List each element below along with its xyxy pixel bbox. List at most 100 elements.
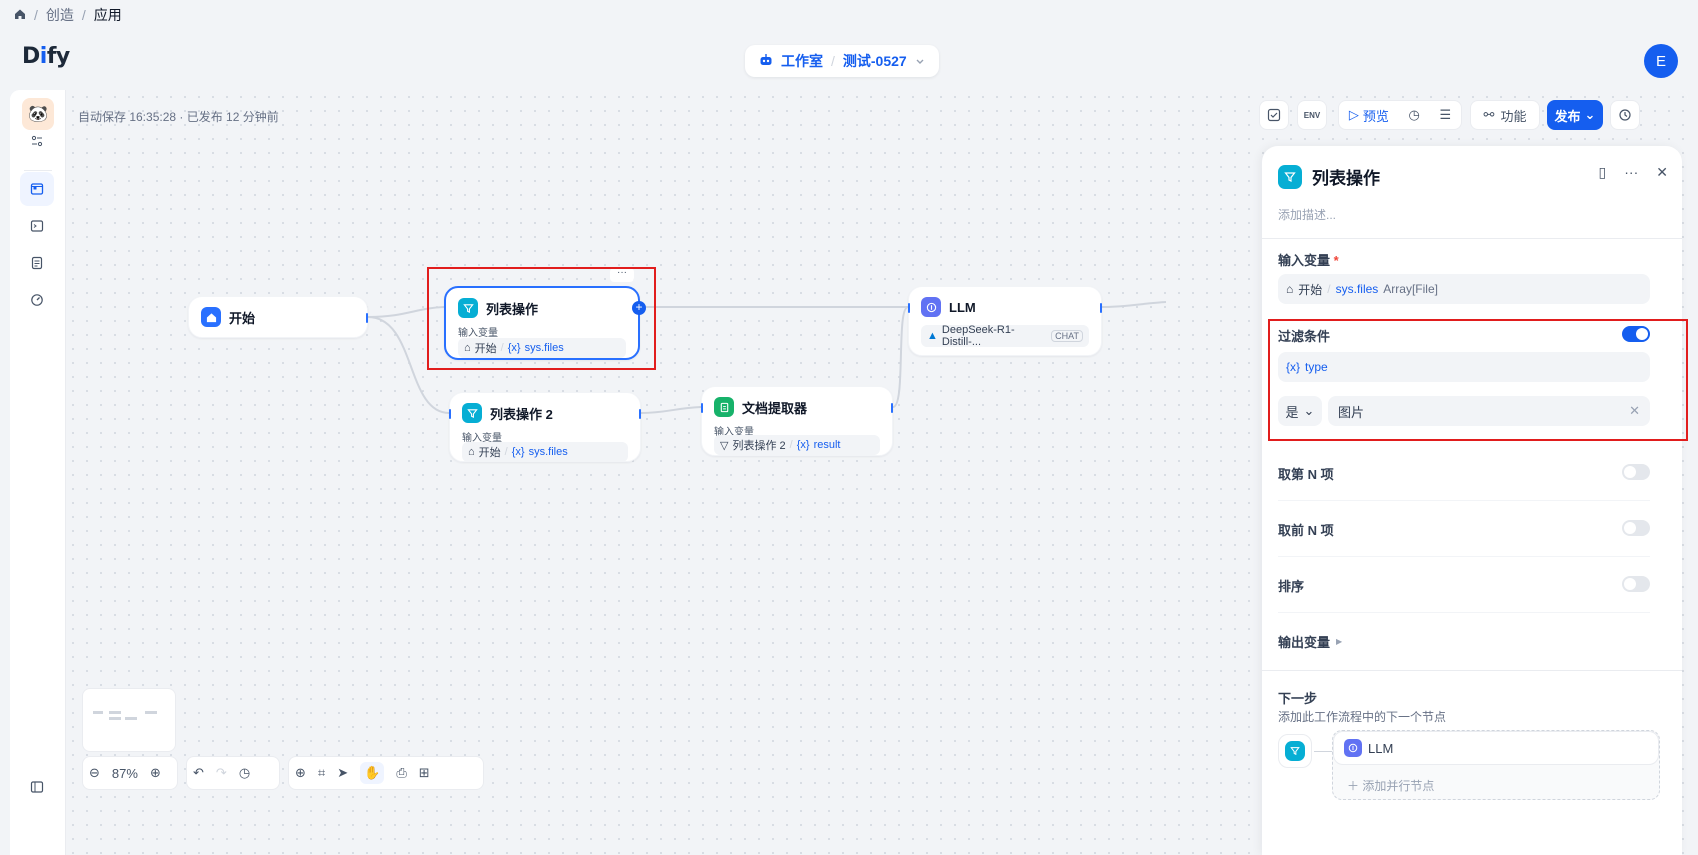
list-operation-2-node[interactable]: 列表操作 2 输入变量 ⌂ 开始 / {x} sys.files — [449, 392, 641, 462]
left-sidebar: 🐼 — [10, 90, 66, 855]
filter-var: type — [1305, 360, 1328, 374]
take-nth-toggle[interactable] — [1622, 464, 1650, 480]
history-icon[interactable]: ◷ — [239, 765, 250, 781]
row-divider — [1278, 556, 1650, 557]
features-button[interactable]: ⚯ 功能 — [1470, 100, 1540, 130]
next-node-llm[interactable]: LLM — [1333, 731, 1659, 765]
preview-button[interactable]: ▷ 预览 — [1349, 106, 1389, 125]
llm-icon — [921, 297, 941, 317]
output-variable-toggle[interactable]: 输出变量 ▶ — [1278, 632, 1342, 651]
input-variable-label: 输入变量 * — [1278, 250, 1339, 269]
history-run-icon[interactable]: ◷ — [1409, 107, 1420, 123]
row-divider — [1278, 500, 1650, 501]
close-icon[interactable]: ✕ — [1656, 164, 1668, 181]
logo-i: i — [39, 44, 48, 69]
export-image-icon[interactable]: ⎙ — [396, 765, 406, 781]
version-history-icon[interactable] — [1610, 100, 1640, 130]
next-node-name: LLM — [1368, 740, 1394, 756]
current-node-icon — [1278, 734, 1312, 768]
list-operation-node[interactable]: ··· 列表操作 输入变量 ⌂ 开始 / {x} sys.files + — [444, 268, 646, 360]
env-button[interactable]: ENV — [1297, 100, 1327, 130]
filter-value-input[interactable]: 图片 ✕ — [1328, 396, 1650, 426]
sort-toggle[interactable] — [1622, 576, 1650, 592]
add-parallel-node-button[interactable]: ＋ 添加并行节点 — [1347, 777, 1434, 794]
input-handle[interactable] — [701, 403, 703, 413]
minimap-node — [125, 717, 137, 720]
orchestrate-icon[interactable] — [20, 172, 54, 206]
clear-icon[interactable]: ✕ — [1629, 403, 1640, 419]
more-icon[interactable]: ··· — [1624, 164, 1638, 181]
features-icon: ⚯ — [1483, 107, 1495, 122]
play-icon: ▷ — [1348, 107, 1359, 122]
take-first-toggle[interactable] — [1622, 520, 1650, 536]
home-icon[interactable] — [14, 7, 26, 23]
panel-divider — [1262, 670, 1682, 671]
logo-fy: fy — [46, 44, 70, 69]
checklist-icon[interactable]: ☰ — [1440, 107, 1452, 123]
hand-icon[interactable]: ✋ — [360, 762, 385, 784]
zoom-level[interactable]: 87% — [112, 766, 138, 781]
node-title: LLM — [949, 299, 976, 315]
filter-op: 是 — [1285, 404, 1299, 420]
required-mark: * — [1333, 253, 1339, 268]
filter-variable-field[interactable]: {x} type — [1278, 352, 1650, 382]
next-step-description: 添加此工作流程中的下一个节点 — [1278, 710, 1447, 724]
panel-title[interactable]: 列表操作 — [1312, 164, 1380, 189]
robot-icon — [759, 53, 773, 70]
breadcrumb-create[interactable]: 创造 — [46, 5, 74, 25]
redo-icon[interactable]: ↷ — [216, 765, 227, 781]
output-handle[interactable] — [891, 403, 893, 413]
add-node-icon[interactable]: ⊕ — [295, 765, 306, 781]
doc-extractor-node[interactable]: 文档提取器 输入变量 ▽ 列表操作 2 / {x} result — [701, 386, 893, 456]
collapse-sidebar-icon[interactable] — [20, 770, 54, 804]
add-note-icon[interactable]: ⌗ — [318, 765, 325, 781]
variable-icon: {x} — [796, 439, 810, 451]
monitor-gauge-icon[interactable] — [20, 283, 54, 317]
undo-icon[interactable]: ↶ — [193, 765, 204, 781]
logs-icon[interactable] — [20, 246, 54, 280]
filter-icon — [458, 298, 478, 318]
var-name: sys.files — [524, 342, 564, 354]
more-dots-icon[interactable]: ··· — [610, 268, 634, 282]
input-variable-field[interactable]: ⌂ 开始 / sys.files Array[File] — [1278, 274, 1650, 304]
checklist-icon[interactable] — [1259, 100, 1289, 130]
publish-button[interactable]: 发布 ⌄ — [1547, 100, 1603, 130]
user-avatar[interactable]: E — [1644, 44, 1678, 78]
output-handle[interactable] — [366, 313, 368, 323]
pointer-icon[interactable]: ➤ — [337, 765, 348, 781]
settings-sliders-icon[interactable] — [20, 124, 54, 158]
node-title: 文档提取器 — [742, 400, 808, 416]
llm-node[interactable]: LLM ▲ DeepSeek-R1-Distill-... CHAT — [908, 286, 1102, 356]
node-subtitle: 输入变量 — [458, 328, 498, 339]
output-handle[interactable] — [1100, 303, 1102, 313]
var-node-name: 开始 — [478, 447, 501, 459]
next-node-container: LLM ＋ 添加并行节点 — [1332, 730, 1660, 800]
slash-divider: / — [831, 53, 835, 69]
filter-operator-select[interactable]: 是 ⌄ — [1278, 396, 1322, 426]
edges-layer — [367, 301, 1167, 414]
home-icon: ⌂ — [1286, 282, 1294, 296]
help-book-icon[interactable]: ▯ — [1599, 164, 1607, 181]
organize-icon[interactable]: ⊞ — [419, 765, 430, 781]
publish-label: 发布 — [1554, 108, 1581, 124]
model-chip: ▲ DeepSeek-R1-Distill-... CHAT — [921, 324, 1089, 348]
input-handle[interactable] — [449, 409, 451, 419]
description-input[interactable]: 添加描述... — [1278, 206, 1336, 223]
output-label: 输出变量 — [1278, 635, 1331, 650]
preview-label: 预览 — [1362, 108, 1389, 124]
input-handle[interactable] — [908, 303, 910, 313]
minimap[interactable] — [82, 688, 176, 752]
dify-logo[interactable]: Dify — [22, 44, 70, 69]
filter-toggle[interactable] — [1622, 326, 1650, 342]
zoom-out-icon[interactable]: ⊖ — [89, 765, 100, 781]
app-header: Dify 工作室 / 测试-0527 E — [10, 30, 1688, 90]
node-title: 列表操作 — [486, 301, 539, 317]
minimap-node — [109, 711, 121, 714]
zoom-in-icon[interactable]: ⊕ — [150, 765, 161, 781]
breadcrumb: / 创造 / 应用 — [14, 6, 122, 24]
output-handle[interactable] — [639, 409, 641, 419]
app-switcher[interactable]: 工作室 / 测试-0527 — [745, 45, 939, 77]
start-node[interactable]: 开始 — [188, 296, 368, 338]
terminal-icon[interactable] — [20, 209, 54, 243]
add-next-node-icon[interactable]: + — [632, 301, 646, 315]
